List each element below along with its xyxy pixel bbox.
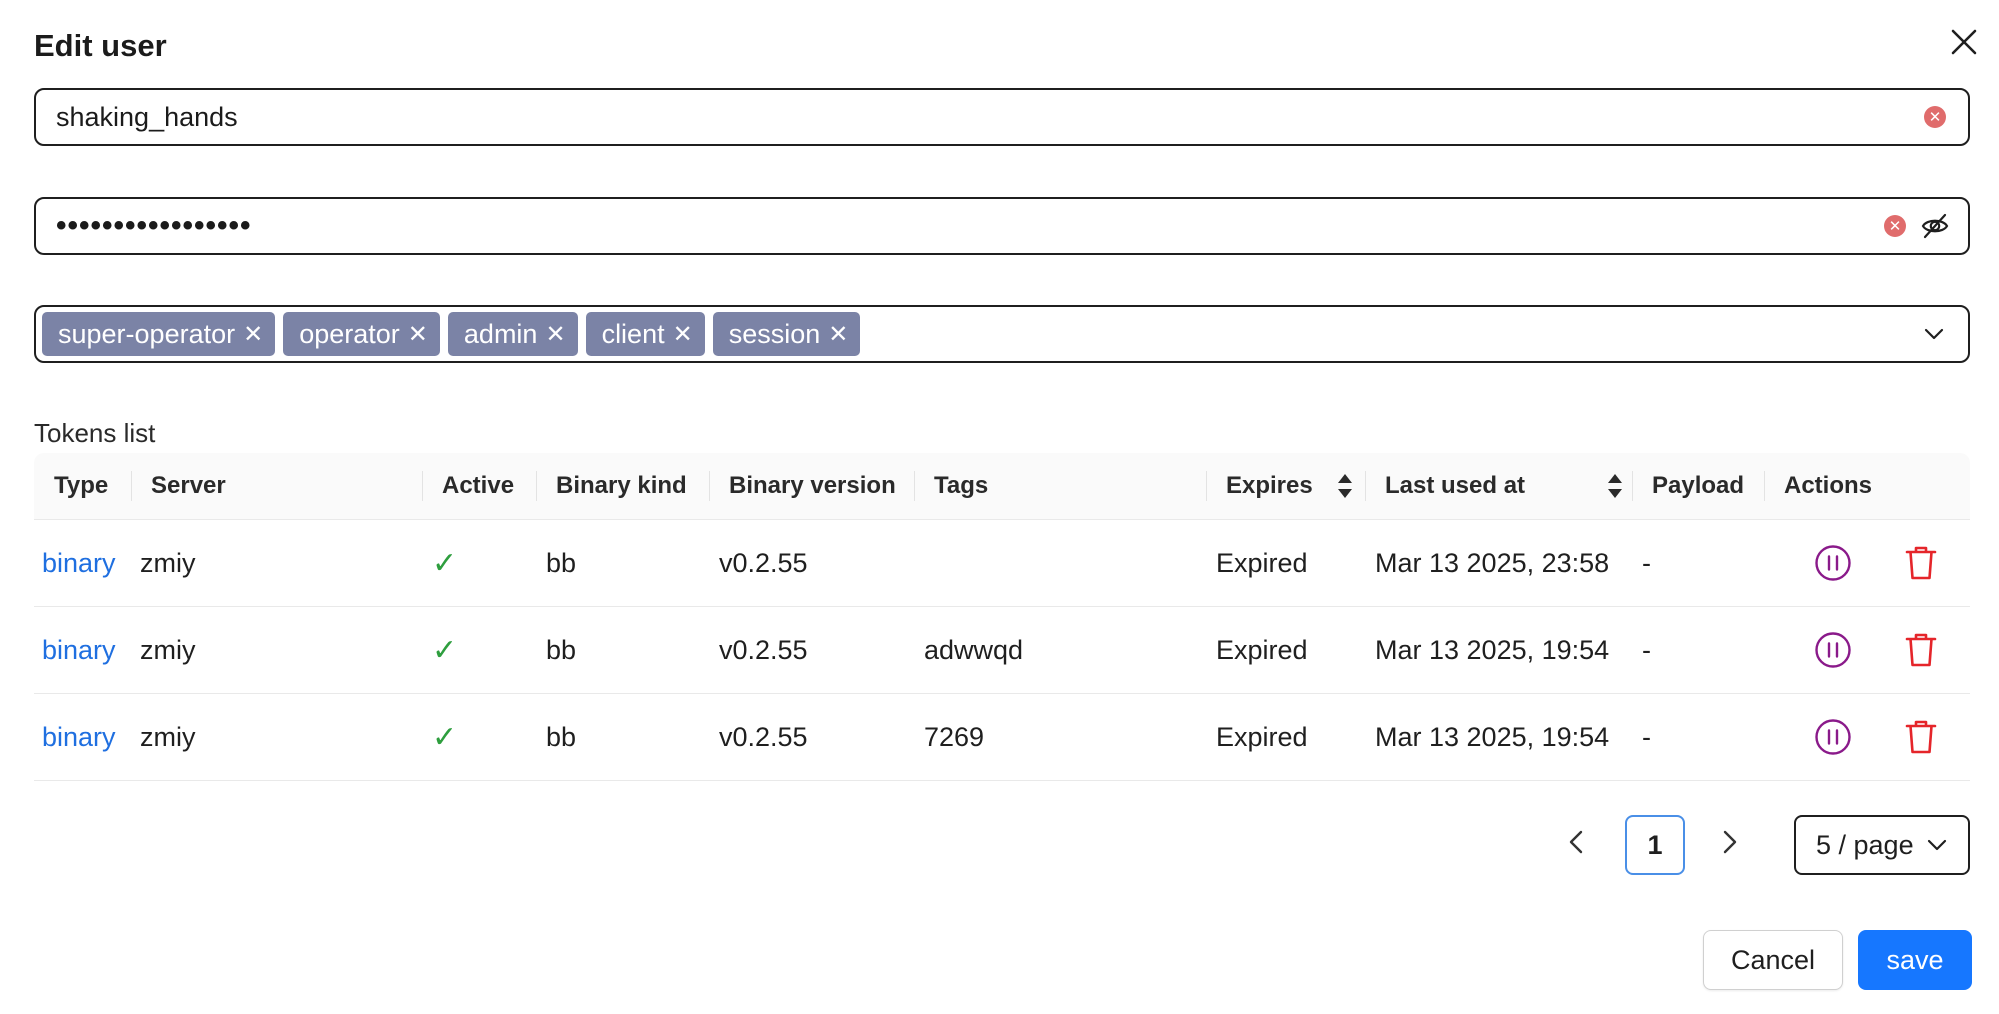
remove-tag-icon[interactable]: ✕ xyxy=(828,320,848,348)
remove-tag-icon[interactable]: ✕ xyxy=(408,320,428,348)
trash-icon xyxy=(1905,720,1937,754)
chevron-right-icon xyxy=(1723,830,1737,854)
delete-token-button[interactable] xyxy=(1904,694,1938,780)
col-server: Server xyxy=(151,472,226,499)
next-page-button[interactable] xyxy=(1719,825,1741,867)
pause-circle-icon xyxy=(1815,545,1851,581)
col-payload: Payload xyxy=(1652,472,1745,499)
remove-tag-icon[interactable]: ✕ xyxy=(243,320,263,348)
prev-page-button[interactable] xyxy=(1565,825,1587,867)
chevron-down-icon[interactable] xyxy=(1922,322,1946,346)
sort-icon[interactable] xyxy=(1337,473,1353,499)
role-tag: super-operator ✕ xyxy=(42,312,276,356)
table-row: binary zmiy ✓ bb v0.2.55 adwwqd Expired Mar 13 … xyxy=(34,607,1970,694)
sort-icon[interactable] xyxy=(1607,473,1623,499)
col-last-used-sortable[interactable]: Last used at xyxy=(1385,453,1623,519)
dialog-title: Edit user xyxy=(34,28,167,63)
username-value[interactable]: shaking_hands xyxy=(56,102,1924,133)
col-actions: Actions xyxy=(1784,472,1873,499)
page-size-value: 5 / page xyxy=(1816,829,1914,860)
trash-icon xyxy=(1905,633,1937,667)
col-type: Type xyxy=(54,472,109,499)
save-button[interactable]: save xyxy=(1858,930,1972,990)
cell-active: ✓ xyxy=(432,719,458,755)
col-binary-kind: Binary kind xyxy=(556,472,687,499)
pause-circle-icon xyxy=(1815,632,1851,668)
cell-last-used-at: Mar 13 2025, 19:54 xyxy=(1375,721,1610,752)
cell-type[interactable]: binary xyxy=(42,694,116,780)
cell-server: zmiy xyxy=(140,634,196,665)
cell-binary-kind: bb xyxy=(546,547,577,578)
col-last-used-at: Last used at xyxy=(1385,472,1526,499)
role-tag-label: session xyxy=(728,318,821,349)
cell-last-used-at: Mar 13 2025, 23:58 xyxy=(1375,547,1610,578)
cell-binary-version: v0.2.55 xyxy=(719,721,808,752)
tokens-table: Type Server Active Binary kind Binary ve… xyxy=(34,453,1970,781)
delete-token-button[interactable] xyxy=(1904,607,1938,693)
trash-icon xyxy=(1905,546,1937,580)
eye-off-icon[interactable] xyxy=(1920,211,1950,241)
cell-binary-version: v0.2.55 xyxy=(719,634,808,665)
cell-server: zmiy xyxy=(140,547,196,578)
cell-type[interactable]: binary xyxy=(42,520,116,606)
role-tag-label: client xyxy=(601,318,665,349)
pause-token-button[interactable] xyxy=(1814,520,1852,606)
cell-binary-version: v0.2.55 xyxy=(719,547,808,578)
col-expires: Expires xyxy=(1226,472,1313,499)
cell-binary-kind: bb xyxy=(546,634,577,665)
cancel-button[interactable]: Cancel xyxy=(1703,930,1843,990)
username-field[interactable]: shaking_hands ✕ xyxy=(34,88,1970,146)
cell-type[interactable]: binary xyxy=(42,607,116,693)
cell-expires: Expired xyxy=(1216,547,1308,578)
cell-binary-kind: bb xyxy=(546,721,577,752)
cell-expires: Expired xyxy=(1216,634,1308,665)
cell-active: ✓ xyxy=(432,545,458,581)
cell-payload: - xyxy=(1642,634,1651,665)
pause-circle-icon xyxy=(1815,719,1851,755)
col-binary-version: Binary version xyxy=(729,472,896,499)
cell-server: zmiy xyxy=(140,721,196,752)
col-expires-sortable[interactable]: Expires xyxy=(1226,453,1353,519)
pause-token-button[interactable] xyxy=(1814,694,1852,780)
cell-payload: - xyxy=(1642,721,1651,752)
tokens-list-label: Tokens list xyxy=(34,418,156,448)
role-tag: client ✕ xyxy=(585,312,705,356)
roles-tag-list: super-operator ✕ operator ✕ admin ✕ client ✕ ses… xyxy=(42,312,1922,356)
role-tag-label: admin xyxy=(463,318,538,349)
close-icon xyxy=(1951,29,1977,55)
cell-expires: Expired xyxy=(1216,721,1308,752)
chevron-down-icon xyxy=(1926,834,1948,856)
role-tag-label: super-operator xyxy=(58,318,236,349)
table-row: binary zmiy ✓ bb v0.2.55 Expired Mar 13 2025, … xyxy=(34,520,1970,607)
clear-icon[interactable]: ✕ xyxy=(1884,215,1906,237)
clear-icon[interactable]: ✕ xyxy=(1924,106,1946,128)
table-header: Type Server Active Binary kind Binary ve… xyxy=(34,453,1970,520)
close-button[interactable] xyxy=(1944,22,1984,62)
table-body: binary zmiy ✓ bb v0.2.55 Expired Mar 13 2025, … xyxy=(34,520,1970,781)
role-tag: operator ✕ xyxy=(283,312,440,356)
page-size-select[interactable]: 5 / page xyxy=(1794,815,1970,875)
role-tag: admin ✕ xyxy=(447,312,578,356)
cell-last-used-at: Mar 13 2025, 19:54 xyxy=(1375,634,1610,665)
delete-token-button[interactable] xyxy=(1904,520,1938,606)
roles-select[interactable]: super-operator ✕ operator ✕ admin ✕ client ✕ ses… xyxy=(34,305,1970,363)
cell-tags: 7269 xyxy=(924,721,985,752)
cell-tags: adwwqd xyxy=(924,634,1024,665)
col-active: Active xyxy=(442,472,515,499)
role-tag: session ✕ xyxy=(712,312,861,356)
pause-token-button[interactable] xyxy=(1814,607,1852,693)
role-tag-label: operator xyxy=(299,318,400,349)
password-field[interactable]: ••••••••••••••••• ✕ xyxy=(34,197,1970,255)
password-value[interactable]: ••••••••••••••••• xyxy=(56,209,1884,243)
page-1-button[interactable]: 1 xyxy=(1625,815,1685,875)
remove-tag-icon[interactable]: ✕ xyxy=(545,320,565,348)
cell-payload: - xyxy=(1642,547,1651,578)
table-row: binary zmiy ✓ bb v0.2.55 7269 Expired Mar 13 20… xyxy=(34,694,1970,781)
cell-active: ✓ xyxy=(432,632,458,668)
col-tags: Tags xyxy=(934,472,989,499)
remove-tag-icon[interactable]: ✕ xyxy=(673,320,693,348)
chevron-left-icon xyxy=(1569,830,1583,854)
